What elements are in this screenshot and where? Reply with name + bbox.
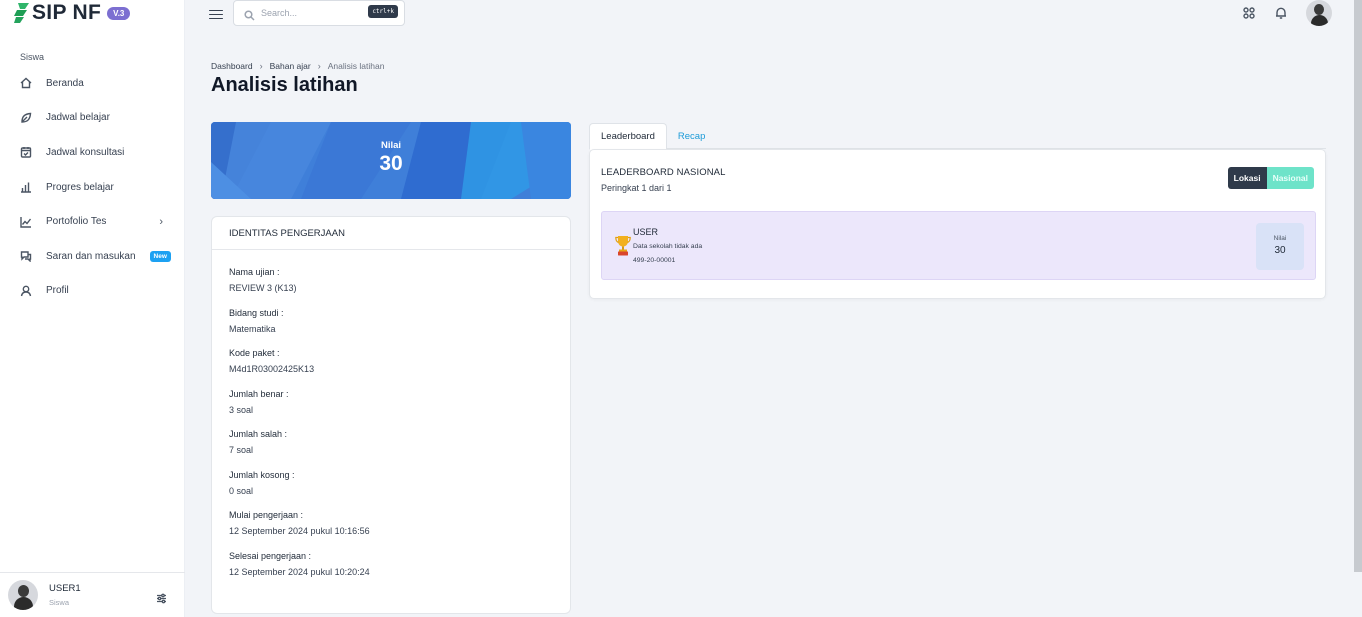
apps-grid-icon[interactable] — [1242, 6, 1256, 20]
field-value: REVIEW 3 (K13) — [229, 283, 297, 293]
tab-recap[interactable]: Recap — [667, 123, 716, 149]
score-label: Nilai — [380, 140, 402, 151]
new-badge: New — [149, 250, 171, 262]
lokasi-button[interactable]: Lokasi — [1227, 167, 1267, 189]
sidebar-user-footer[interactable]: USER1 Siswa — [0, 572, 185, 617]
leaderboard-entry-id: 499-20-00001 — [633, 257, 676, 264]
leaderboard-entry-name: USER — [633, 227, 659, 237]
field-selesai-pengerjaan: Selesai pengerjaan : 12 September 2024 p… — [229, 551, 553, 579]
field-label: Bidang studi : — [229, 307, 284, 318]
bar-chart-icon — [20, 181, 32, 193]
sidebar-item-label: Saran dan masukan — [46, 250, 136, 262]
calendar-check-icon — [20, 146, 32, 159]
chevron-right-icon: › — [159, 215, 163, 228]
field-nama-ujian: Nama ujian : REVIEW 3 (K13) — [229, 267, 553, 295]
version-badge: V.3 — [107, 6, 131, 20]
leaderboard-row: USER Data sekolah tidak ada 499-20-00001… — [601, 211, 1316, 280]
sidebar-nav: Beranda Jadwal belajar Jadwal konsultasi… — [0, 66, 185, 308]
search-icon — [244, 8, 255, 21]
leaderboard-entry-score: Nilai 30 — [1256, 223, 1304, 270]
user-icon — [20, 285, 32, 297]
field-label: Selesai pengerjaan : — [229, 550, 312, 561]
page-title: Analisis latihan — [211, 74, 358, 96]
sidebar-item-label: Beranda — [46, 77, 84, 89]
leaderboard-rank: Peringkat 1 dari 1 — [601, 183, 672, 193]
score-value: 30 — [379, 152, 403, 175]
breadcrumb-separator: › — [259, 61, 263, 71]
field-mulai-pengerjaan: Mulai pengerjaan : 12 September 2024 puk… — [229, 510, 553, 538]
sidebar-item-profil[interactable]: Profil — [0, 274, 185, 309]
field-jumlah-benar: Jumlah benar : 3 soal — [229, 389, 553, 417]
sidebar-item-label: Progres belajar — [46, 181, 114, 193]
sidebar-item-progres-belajar[interactable]: Progres belajar — [0, 170, 185, 205]
leaderboard-score-value: 30 — [1274, 245, 1286, 256]
page-scrollbar[interactable] — [1354, 0, 1362, 572]
field-value: 7 soal — [229, 445, 254, 455]
logo-mark-icon — [14, 3, 29, 23]
breadcrumb-dashboard[interactable]: Dashboard — [211, 61, 253, 71]
trophy-icon — [615, 236, 631, 256]
field-value: 0 soal — [229, 485, 254, 496]
identity-card-header: IDENTITAS PENGERJAAN — [212, 217, 570, 250]
breadcrumb-separator: › — [317, 61, 321, 71]
bell-icon[interactable] — [1274, 6, 1288, 20]
sidebar-item-portofolio-tes[interactable]: Portofolio Tes › — [0, 204, 185, 239]
field-label: Jumlah salah : — [229, 429, 288, 439]
breadcrumb: Dashboard › Bahan ajar › Analisis latiha… — [211, 61, 384, 71]
field-label: Kode paket : — [229, 348, 280, 358]
user-name: USER1 — [49, 583, 81, 594]
settings-sliders-icon[interactable] — [156, 591, 167, 604]
identity-card: IDENTITAS PENGERJAAN Nama ujian : REVIEW… — [211, 216, 571, 614]
sidebar-section-label: Siswa — [20, 52, 45, 62]
sidebar-item-jadwal-konsultasi[interactable]: Jadwal konsultasi — [0, 135, 185, 170]
field-label: Jumlah kosong : — [229, 469, 295, 480]
sidebar-item-label: Portofolio Tes — [46, 216, 107, 228]
shortcut-hint: ctrl+k — [368, 5, 398, 18]
leaderboard-score-label: Nilai — [1273, 235, 1287, 242]
breadcrumb-bahan-ajar[interactable]: Bahan ajar — [270, 61, 311, 71]
sidebar-item-label: Jadwal konsultasi — [46, 146, 125, 158]
sidebar-item-jadwal-belajar[interactable]: Jadwal belajar — [0, 101, 185, 136]
chat-icon — [20, 250, 32, 263]
profile-avatar[interactable] — [1306, 0, 1332, 26]
app-logo[interactable]: SIP NF V.3 — [14, 1, 131, 24]
field-value: 12 September 2024 pukul 10:16:56 — [229, 526, 370, 536]
field-label: Jumlah benar : — [229, 388, 289, 399]
tab-leaderboard[interactable]: Leaderboard — [589, 123, 667, 150]
app-name: SIP NF — [32, 1, 102, 24]
field-value: 12 September 2024 pukul 10:20:24 — [229, 566, 370, 577]
result-tabs: Leaderboard Recap — [589, 123, 1326, 150]
leaf-icon — [20, 112, 32, 124]
field-label: Nama ujian : — [229, 267, 280, 277]
search-bar[interactable]: ctrl+k — [233, 0, 405, 26]
sidebar-item-saran-dan-masukan[interactable]: Saran dan masukan New — [0, 239, 185, 274]
field-bidang-studi: Bidang studi : Matematika — [229, 308, 553, 336]
sidebar-item-beranda[interactable]: Beranda — [0, 66, 185, 101]
avatar — [8, 580, 38, 610]
search-input[interactable] — [261, 8, 361, 18]
field-jumlah-kosong: Jumlah kosong : 0 soal — [229, 470, 553, 498]
menu-toggle-icon[interactable] — [209, 7, 223, 21]
nasional-button[interactable]: Nasional — [1266, 167, 1314, 189]
sidebar-item-label: Profil — [46, 285, 69, 297]
field-jumlah-salah: Jumlah salah : 7 soal — [229, 429, 553, 457]
leaderboard-scope-toggle: Lokasi Nasional — [1227, 167, 1314, 189]
field-value: M4d1R03002425K13 — [229, 364, 315, 374]
user-role: Siswa — [49, 598, 70, 607]
field-value: Matematika — [229, 323, 276, 334]
leaderboard-title: LEADERBOARD NASIONAL — [601, 167, 726, 178]
field-kode-paket: Kode paket : M4d1R03002425K13 — [229, 348, 553, 376]
sidebar: SIP NF V.3 Siswa Beranda Jadwal belajar … — [0, 0, 185, 617]
topbar-actions — [1224, 0, 1332, 26]
breadcrumb-current: Analisis latihan — [327, 61, 385, 71]
sidebar-item-label: Jadwal belajar — [46, 112, 110, 124]
score-card: Nilai 30 — [211, 122, 571, 199]
field-label: Mulai pengerjaan : — [229, 510, 304, 520]
line-chart-icon — [20, 216, 32, 228]
field-value: 3 soal — [229, 404, 254, 415]
leaderboard-entry-school: Data sekolah tidak ada — [633, 243, 703, 250]
home-icon — [20, 77, 32, 89]
leaderboard-card: LEADERBOARD NASIONAL Peringkat 1 dari 1 … — [589, 149, 1326, 299]
